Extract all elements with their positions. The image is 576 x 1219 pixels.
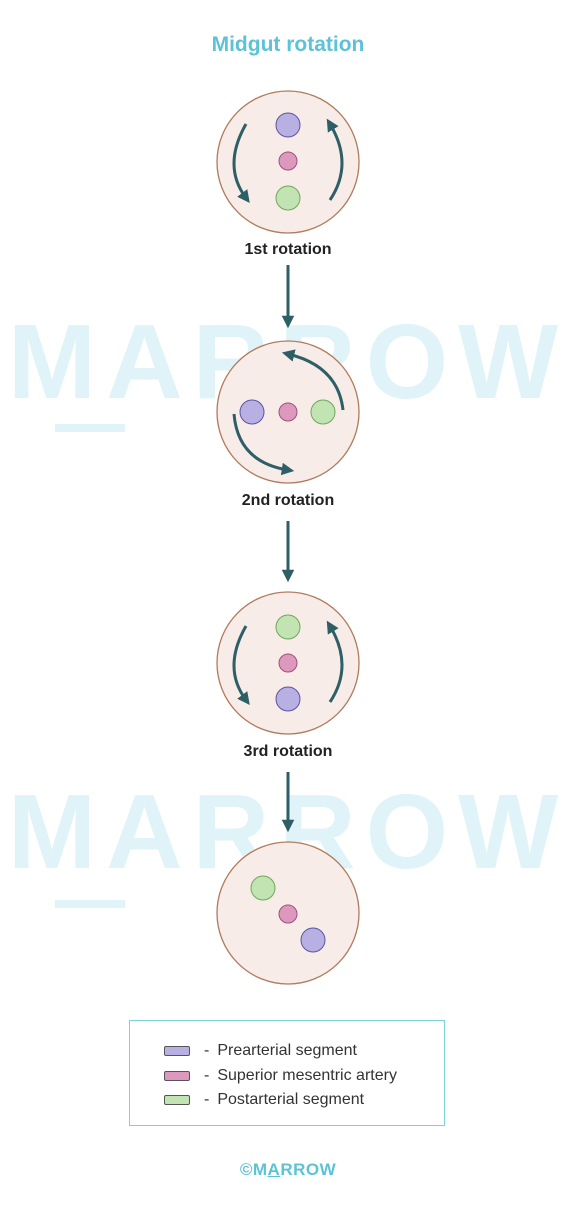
prearterial-segment: [275, 686, 301, 712]
superior-mesenteric-artery: [278, 653, 298, 673]
postarterial-segment: [275, 185, 301, 211]
legend: - Prearterial segment - Superior mesentr…: [129, 1020, 445, 1126]
rotation-stage-1: [216, 90, 360, 234]
superior-mesenteric-artery: [278, 151, 298, 171]
step-label-1: 1st rotation: [244, 241, 332, 258]
diagram-canvas: MARROW MARROW: [0, 0, 576, 1219]
legend-swatch-pink: [164, 1071, 190, 1081]
copyright-logo: ©MARROW: [0, 1160, 576, 1180]
prearterial-segment: [300, 927, 326, 953]
footer-logo-rest: RROW: [280, 1160, 337, 1179]
postarterial-segment: [250, 875, 276, 901]
postarterial-segment: [310, 399, 336, 425]
legend-dash: -: [204, 1091, 210, 1108]
step-label-2: 2nd rotation: [241, 492, 335, 509]
legend-dash: -: [204, 1067, 210, 1084]
legend-swatch-green: [164, 1095, 190, 1105]
legend-item-sma: - Superior mesentric artery: [164, 1066, 397, 1086]
prearterial-segment: [239, 399, 265, 425]
legend-label: Prearterial segment: [217, 1042, 357, 1059]
postarterial-segment: [275, 614, 301, 640]
copyright-symbol: ©: [239, 1160, 253, 1179]
legend-dash: -: [204, 1042, 210, 1059]
watermark-underline: [55, 900, 125, 908]
superior-mesenteric-artery: [278, 904, 298, 924]
step-label-3: 3rd rotation: [243, 743, 333, 760]
legend-label: Superior mesentric artery: [217, 1067, 397, 1084]
superior-mesenteric-artery: [278, 402, 298, 422]
watermark-underline: [55, 424, 125, 432]
rotation-stage-2: [216, 340, 360, 484]
rotation-stage-final: [216, 841, 360, 985]
prearterial-segment: [275, 112, 301, 138]
footer-logo-underlined: A: [267, 1160, 281, 1179]
legend-item-postarterial: - Postarterial segment: [164, 1090, 364, 1110]
legend-item-prearterial: - Prearterial segment: [164, 1041, 357, 1061]
rotation-stage-3: [216, 591, 360, 735]
footer-logo-first: M: [252, 1160, 268, 1179]
diagram-title: Midgut rotation: [211, 33, 365, 56]
legend-label: Postarterial segment: [217, 1091, 365, 1108]
legend-swatch-purple: [164, 1046, 190, 1056]
